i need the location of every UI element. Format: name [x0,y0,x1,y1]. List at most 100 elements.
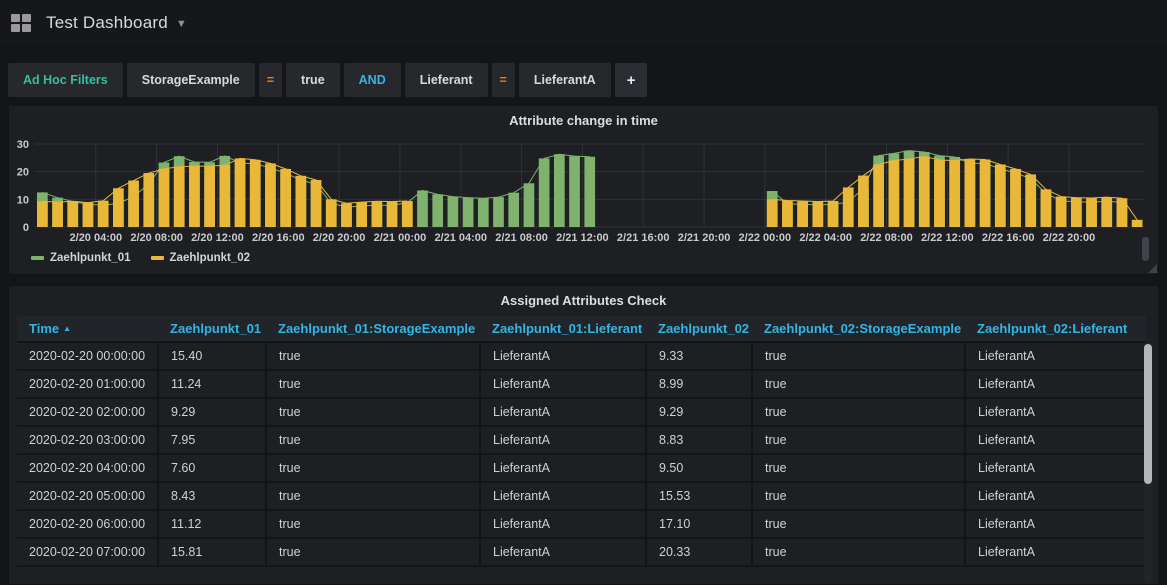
table-cell: LieferantA [965,482,1146,510]
legend-label: Zaehlpunkt_01 [50,252,131,264]
table-cell: LieferantA [965,426,1146,454]
chart-panel-title[interactable]: Attribute change in time [9,106,1158,128]
chart-bar-Zaehlpunkt_02 [1086,198,1097,227]
table-cell: true [266,342,480,370]
chart-bar-Zaehlpunkt_02 [1071,198,1082,227]
chart-bar-Zaehlpunkt_01 [493,197,504,227]
table-cell: true [752,538,965,566]
table-row: 2020-02-20 02:00:009.29trueLieferantA9.2… [17,398,1146,426]
table-scrollbar-thumb[interactable] [1144,344,1152,484]
chart-bar-Zaehlpunkt_02 [995,164,1006,227]
chart-bar-Zaehlpunkt_02 [204,166,215,227]
chart-bar-Zaehlpunkt_02 [387,202,398,227]
filter-condition-and[interactable]: AND [344,63,401,97]
chart-bar-Zaehlpunkt_01 [584,157,595,227]
table-cell: true [266,370,480,398]
chart-bar-Zaehlpunkt_02 [250,160,261,227]
filter-value-lieferanta[interactable]: LieferantA [519,63,611,97]
table-cell: 17.10 [646,510,752,538]
add-filter-button[interactable]: + [615,63,648,97]
chart-bar-Zaehlpunkt_02 [52,202,63,227]
table-cell: 2020-02-20 02:00:00 [17,398,158,426]
chart-bar-Zaehlpunkt_02 [280,169,291,227]
table-cell: LieferantA [965,538,1146,566]
dashboard-grid-icon[interactable] [11,14,32,33]
x-axis-tick-label: 2/21 00:00 [374,232,427,244]
table-panel-title[interactable]: Assigned Attributes Check [9,286,1158,308]
adhoc-filters-label[interactable]: Ad Hoc Filters [8,63,123,97]
chart-bar-Zaehlpunkt_02 [965,159,976,227]
chart-bar-Zaehlpunkt_02 [219,165,230,227]
table-cell: true [266,482,480,510]
filter-bar: Ad Hoc FiltersStorageExample=trueANDLief… [8,63,647,97]
legend-swatch-icon [151,256,164,260]
page-title: Test Dashboard [46,13,168,33]
chart-bar-Zaehlpunkt_02 [904,159,915,227]
y-axis-tick-label: 10 [17,194,29,206]
table-cell: true [266,398,480,426]
chart-bar-Zaehlpunkt_02 [889,161,900,227]
x-axis-tick-label: 2/22 16:00 [982,232,1035,244]
chart-bar-Zaehlpunkt_02 [295,176,306,227]
filter-key-storageexample[interactable]: StorageExample [127,63,255,97]
chart-bar-Zaehlpunkt_02 [341,203,352,227]
column-header-zaehlpunkt-01-storageexample[interactable]: Zaehlpunkt_01:StorageExample [266,316,480,342]
column-header-zaehlpunkt-02[interactable]: Zaehlpunkt_02 [646,316,752,342]
x-axis-tick-label: 2/21 04:00 [434,232,487,244]
x-axis-tick-label: 2/22 12:00 [921,232,974,244]
chart-bar-Zaehlpunkt_02 [1041,189,1052,227]
y-axis-tick-label: 0 [23,222,29,234]
filter-operator-2[interactable]: = [492,63,515,97]
filter-value-true[interactable]: true [286,63,340,97]
panel-resize-handle[interactable] [1148,264,1157,273]
chart-bar-Zaehlpunkt_02 [67,201,78,227]
chart-bar-Zaehlpunkt_02 [372,201,383,227]
table-cell: LieferantA [480,482,646,510]
x-axis-tick-label: 2/22 20:00 [1043,232,1096,244]
table-cell: true [266,538,480,566]
chart-bar-Zaehlpunkt_01 [432,194,443,227]
chart-bar-Zaehlpunkt_02 [189,166,200,227]
filter-operator-1[interactable]: = [259,63,282,97]
chart-bar-Zaehlpunkt_02 [949,161,960,227]
x-axis-tick-label: 2/21 16:00 [617,232,670,244]
top-bar: Test Dashboard ▼ [0,0,1167,46]
table-row: 2020-02-20 07:00:0015.81trueLieferantA20… [17,538,1146,566]
column-header-zaehlpunkt-02-lieferant[interactable]: Zaehlpunkt_02:Lieferant [965,316,1146,342]
legend-item-Zaehlpunkt_01[interactable]: Zaehlpunkt_01 [31,252,131,264]
table-cell: LieferantA [480,426,646,454]
dashboard-title-dropdown[interactable]: Test Dashboard ▼ [46,13,187,33]
chart-bar-Zaehlpunkt_02 [1056,197,1067,227]
table-cell: LieferantA [965,370,1146,398]
x-axis-tick-label: 2/22 00:00 [739,232,792,244]
filter-key-lieferant[interactable]: Lieferant [405,63,488,97]
legend-item-Zaehlpunkt_02[interactable]: Zaehlpunkt_02 [151,252,251,264]
column-header-zaehlpunkt-02-storageexample[interactable]: Zaehlpunkt_02:StorageExample [752,316,965,342]
chart-panel: Attribute change in time 01020302/20 04:… [8,105,1159,275]
chevron-down-icon: ▼ [176,18,187,30]
y-axis-tick-label: 20 [17,167,29,179]
table-cell: true [752,510,965,538]
table-body: 2020-02-20 00:00:0015.40trueLieferantA9.… [17,342,1146,566]
table-cell: 2020-02-20 07:00:00 [17,538,158,566]
chart-scrollbar-thumb[interactable] [1142,237,1149,261]
table-cell: 15.40 [158,342,266,370]
chart-bar-Zaehlpunkt_02 [934,160,945,227]
x-axis-tick-label: 2/20 08:00 [130,232,183,244]
chart-bar-Zaehlpunkt_02 [1132,220,1143,227]
chart-bar-Zaehlpunkt_02 [980,159,991,227]
y-axis-tick-label: 30 [17,139,29,151]
table-cell: LieferantA [965,398,1146,426]
chart-bar-Zaehlpunkt_02 [235,158,246,227]
chart-legend: Zaehlpunkt_01 Zaehlpunkt_02 [31,252,250,264]
column-header-time[interactable]: Time▲ [17,316,158,342]
table-cell: 9.50 [646,454,752,482]
chart-bar-Zaehlpunkt_02 [326,199,337,227]
x-axis-tick-label: 2/20 16:00 [252,232,305,244]
chart-bar-Zaehlpunkt_02 [356,202,367,227]
column-header-zaehlpunkt-01-lieferant[interactable]: Zaehlpunkt_01:Lieferant [480,316,646,342]
column-header-zaehlpunkt-01[interactable]: Zaehlpunkt_01 [158,316,266,342]
x-axis-tick-label: 2/22 04:00 [799,232,852,244]
table-cell: 11.24 [158,370,266,398]
timeseries-chart[interactable]: 01020302/20 04:002/20 08:002/20 12:002/2… [9,132,1158,250]
